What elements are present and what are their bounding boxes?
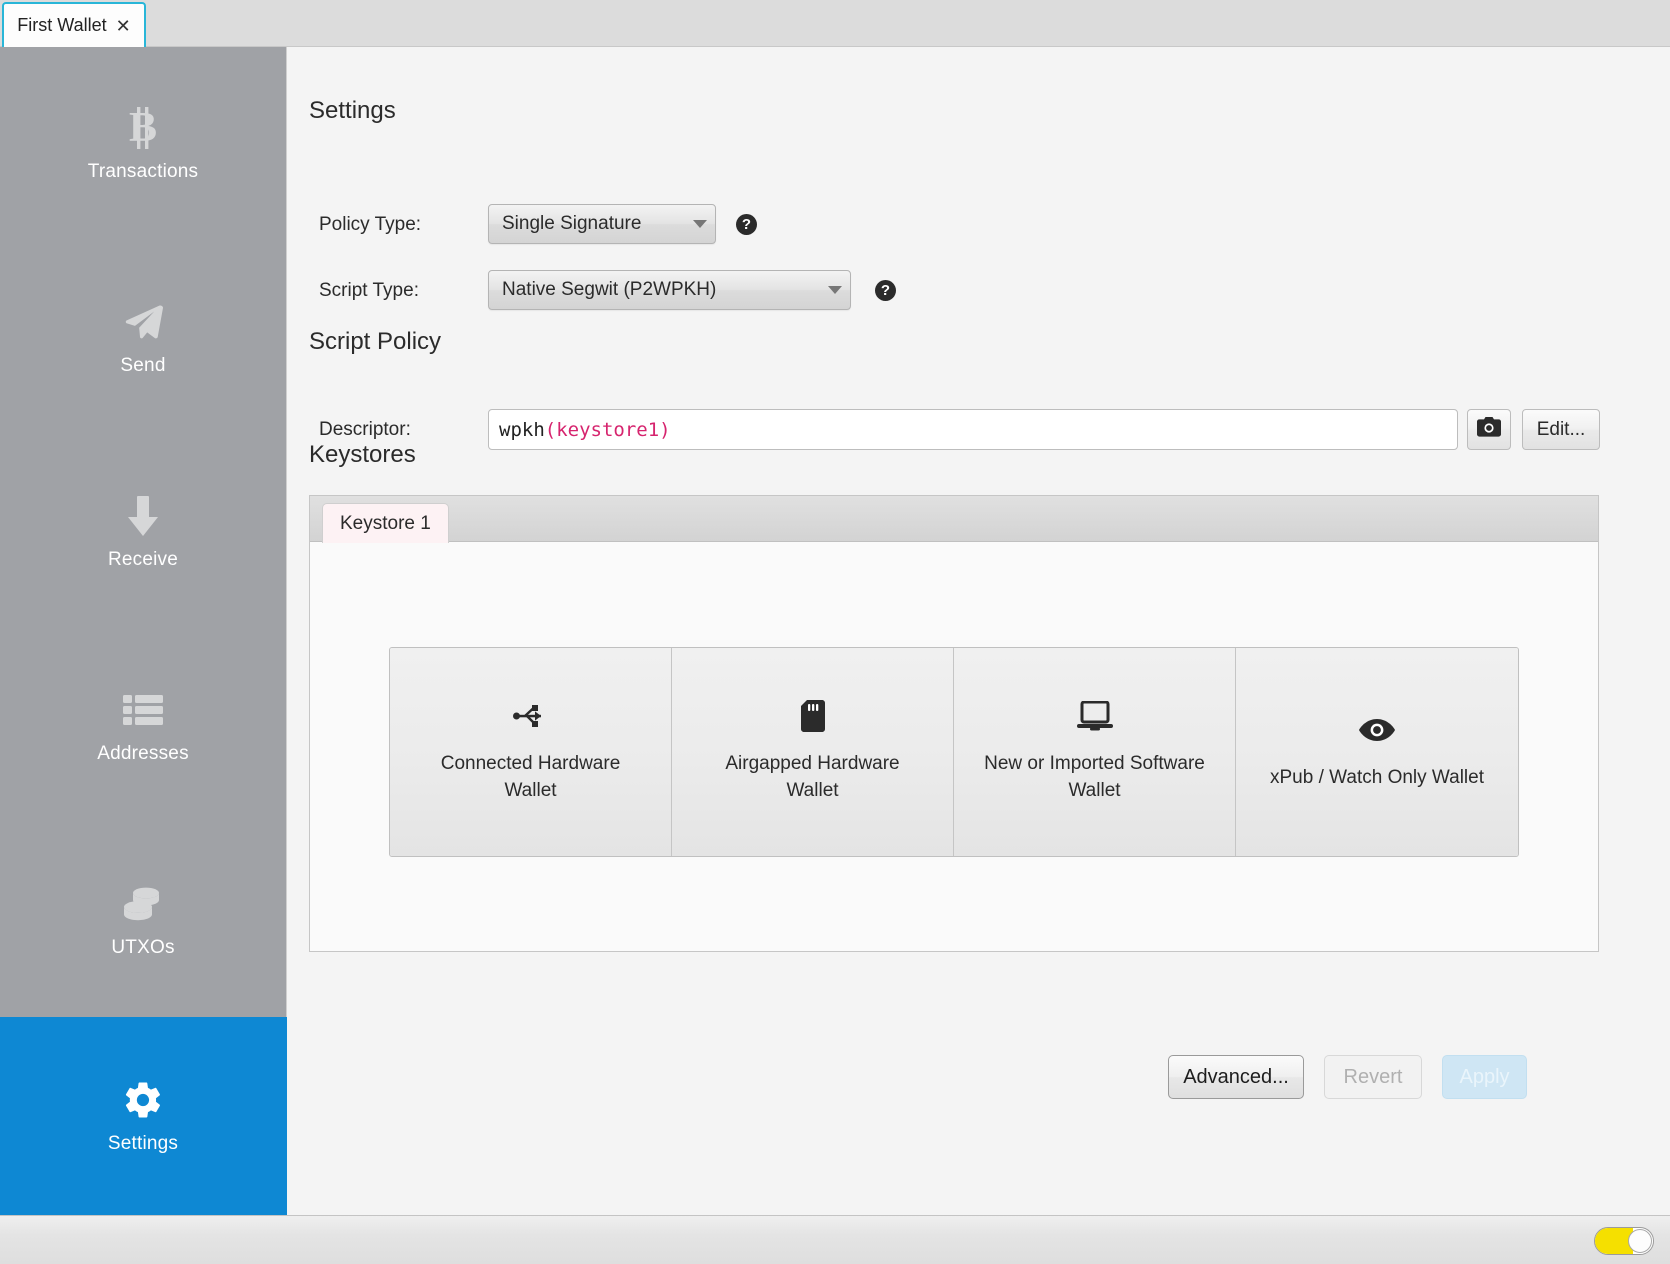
gear-icon — [120, 1077, 166, 1123]
settings-heading: Settings — [309, 97, 396, 124]
theme-toggle[interactable] — [1594, 1227, 1654, 1255]
keystore-tabstrip: Keystore 1 — [310, 496, 1598, 543]
script-type-label: Script Type: — [319, 280, 419, 301]
settings-pane: Settings Policy Type: Single Signature ?… — [287, 47, 1670, 1215]
send-paperplane-icon — [120, 299, 166, 345]
list-icon — [120, 687, 166, 733]
bitcoin-icon: B — [120, 105, 166, 151]
policy-type-value: Single Signature — [502, 213, 642, 234]
descriptor-camera-button[interactable] — [1467, 409, 1511, 450]
sidebar-item-send[interactable]: Send — [0, 241, 286, 435]
script-type-help-icon[interactable]: ? — [875, 280, 896, 301]
down-arrow-icon — [120, 493, 166, 539]
chevron-down-icon — [828, 286, 842, 294]
descriptor-function: wpkh — [499, 418, 545, 441]
policy-type-dropdown[interactable]: Single Signature — [488, 204, 716, 244]
sidebar-item-label: Transactions — [87, 161, 199, 182]
sidebar-item-settings[interactable]: Settings — [0, 1017, 286, 1215]
policy-type-label: Policy Type: — [319, 214, 422, 235]
option-label: Connected Hardware Wallet — [440, 753, 621, 801]
policy-type-help-icon[interactable]: ? — [736, 214, 757, 235]
sidebar: B Transactions Send Receive Addresses UT… — [0, 47, 286, 1215]
option-label: Airgapped Hardware Wallet — [725, 753, 900, 801]
descriptor-edit-button[interactable]: Edit... — [1522, 409, 1600, 450]
keystore-tab-1[interactable]: Keystore 1 — [322, 503, 449, 543]
sidebar-item-label: Settings — [107, 1133, 179, 1154]
keystore-source-options: Connected Hardware Wallet Airgapped Hard… — [389, 647, 1519, 857]
sidebar-item-label: Receive — [107, 549, 179, 570]
wallet-tab-first-wallet[interactable]: First Wallet ✕ — [2, 2, 146, 47]
sidebar-item-utxos[interactable]: UTXOs — [0, 823, 286, 1017]
camera-icon — [1477, 417, 1501, 442]
apply-button: Apply — [1442, 1055, 1527, 1099]
statusbar — [0, 1215, 1670, 1264]
descriptor-open-paren: ( — [544, 418, 557, 441]
advanced-button[interactable]: Advanced... — [1168, 1055, 1304, 1099]
descriptor-keystore-ref: keystore1 — [556, 418, 660, 441]
toggle-knob — [1628, 1229, 1652, 1253]
sdcard-icon — [800, 699, 825, 733]
script-type-dropdown[interactable]: Native Segwit (P2WPKH) — [488, 270, 851, 310]
script-type-value: Native Segwit (P2WPKH) — [502, 279, 717, 300]
script-policy-heading: Script Policy — [309, 328, 442, 355]
sidebar-item-transactions[interactable]: B Transactions — [0, 47, 286, 241]
sidebar-item-receive[interactable]: Receive — [0, 435, 286, 629]
descriptor-label: Descriptor: — [319, 419, 411, 440]
usb-icon — [512, 699, 549, 733]
keystores-heading: Keystores — [309, 441, 416, 468]
wallet-tab-label: First Wallet — [17, 15, 107, 35]
sidebar-item-label: Send — [120, 355, 166, 376]
sidebar-item-label: Addresses — [97, 743, 189, 764]
svg-text:B: B — [129, 106, 157, 150]
close-icon[interactable]: ✕ — [116, 17, 131, 35]
keystores-panel: Keystore 1 Connected Hardware Wallet Air… — [309, 495, 1599, 952]
option-airgapped-hardware-wallet[interactable]: Airgapped Hardware Wallet — [672, 648, 954, 856]
application-window: First Wallet ✕ B Transactions Send Recei… — [0, 0, 1670, 1264]
descriptor-input[interactable]: wpkh(keystore1) — [488, 409, 1458, 450]
option-connected-hardware-wallet[interactable]: Connected Hardware Wallet — [390, 648, 672, 856]
option-xpub-watch-only-wallet[interactable]: xPub / Watch Only Wallet — [1236, 648, 1518, 856]
eye-icon — [1359, 713, 1395, 747]
option-label: xPub / Watch Only Wallet — [1270, 766, 1484, 788]
wallet-tabbar: First Wallet ✕ — [0, 0, 1670, 47]
sidebar-item-addresses[interactable]: Addresses — [0, 629, 286, 823]
option-label: New or Imported Software Wallet — [984, 753, 1205, 801]
coins-stack-icon — [120, 881, 166, 927]
keystore-tab-label: Keystore 1 — [340, 512, 431, 534]
revert-button: Revert — [1324, 1055, 1422, 1099]
descriptor-close-paren: ) — [659, 418, 671, 441]
sidebar-item-label: UTXOs — [111, 937, 175, 958]
chevron-down-icon — [693, 220, 707, 228]
laptop-icon — [1076, 699, 1113, 733]
option-new-or-imported-software-wallet[interactable]: New or Imported Software Wallet — [954, 648, 1236, 856]
